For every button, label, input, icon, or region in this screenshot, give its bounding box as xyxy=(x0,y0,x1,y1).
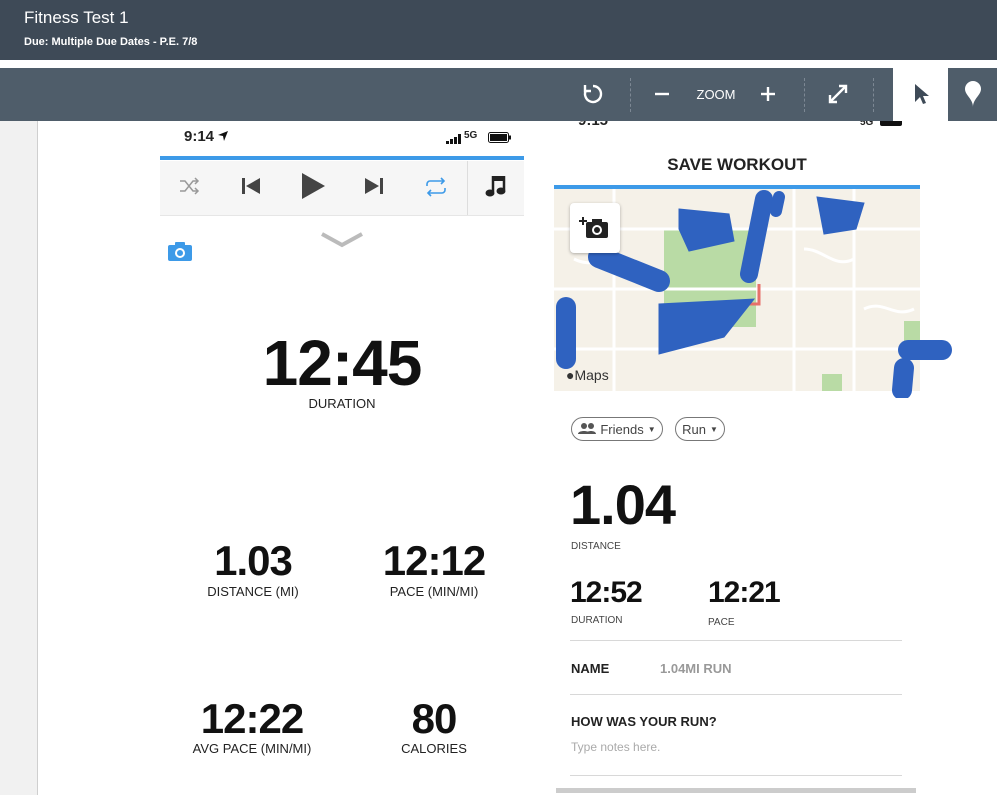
save-workout-title: SAVE WORKOUT xyxy=(667,155,807,174)
avg-pace-label: AVG PACE (MIN/MI) xyxy=(192,741,312,756)
duration-label: DURATION xyxy=(571,615,623,626)
distance-label: DISTANCE (MI) xyxy=(207,584,299,599)
add-photo-icon xyxy=(579,217,608,238)
maps-attribution: ●Maps xyxy=(566,367,609,383)
pace-value: 12:21 xyxy=(708,576,781,609)
next-track-icon[interactable] xyxy=(363,176,385,201)
zoom-in-icon[interactable] xyxy=(756,80,780,108)
battery-icon xyxy=(488,130,512,148)
divider xyxy=(570,640,902,641)
activity-type-dropdown[interactable]: Run ▼ xyxy=(675,417,725,441)
workout-name-input[interactable]: 1.04MI RUN xyxy=(660,661,732,676)
document-gutter xyxy=(0,121,38,795)
divider xyxy=(570,775,902,776)
zoom-label: ZOOM xyxy=(696,86,736,102)
maps-label: Maps xyxy=(574,367,609,383)
distance-label: DISTANCE xyxy=(571,541,621,552)
add-photo-button[interactable] xyxy=(570,203,620,253)
camera-icon[interactable] xyxy=(167,240,193,267)
progress-bar xyxy=(160,156,524,160)
zoom-out-icon[interactable] xyxy=(650,80,674,108)
caret-down-icon: ▼ xyxy=(647,424,656,434)
pin-icon[interactable] xyxy=(960,78,986,110)
pace-value: 12:12 xyxy=(382,537,486,584)
battery-icon xyxy=(880,121,902,126)
signal-icon xyxy=(446,131,462,149)
music-note-icon[interactable] xyxy=(484,172,508,205)
route-map[interactable]: ●Maps xyxy=(554,189,920,391)
status-time: 9:14 xyxy=(184,128,215,145)
duration-value: 12:52 xyxy=(570,576,643,609)
pointer-icon[interactable] xyxy=(909,80,933,108)
status-bar-clip: 9:15 5G xyxy=(554,121,920,129)
network-label: 5G xyxy=(860,121,874,128)
friends-icon xyxy=(578,422,597,437)
duration-value: 12:45 xyxy=(262,327,423,399)
previous-track-icon[interactable] xyxy=(240,176,262,201)
music-controls xyxy=(160,161,524,216)
play-icon[interactable] xyxy=(300,172,326,205)
network-label: 5G xyxy=(464,130,478,141)
how-was-run-label: HOW WAS YOUR RUN? xyxy=(571,714,717,729)
status-time: 9:15 xyxy=(578,121,608,129)
pace-label: PACE xyxy=(708,617,735,628)
calories-label: CALORIES xyxy=(401,741,467,756)
assignment-due: Due: Multiple Due Dates - P.E. 7/8 xyxy=(24,36,198,48)
location-arrow-icon xyxy=(217,129,229,147)
repeat-icon[interactable] xyxy=(424,177,448,202)
rotate-icon[interactable] xyxy=(578,78,608,110)
controls-divider xyxy=(467,161,468,215)
run-label: Run xyxy=(682,421,706,437)
pace-label: PACE (MIN/MI) xyxy=(389,584,479,599)
notes-input[interactable]: Type notes here. xyxy=(571,740,660,754)
distance-value: 1.03 xyxy=(214,537,293,584)
collapse-chevron-icon[interactable] xyxy=(320,231,364,254)
calories-value: 80 xyxy=(411,695,458,742)
name-label: NAME xyxy=(571,661,610,676)
assignment-header: Fitness Test 1 Due: Multiple Due Dates -… xyxy=(0,0,997,60)
divider xyxy=(570,694,902,695)
caret-down-icon: ▼ xyxy=(709,424,718,434)
scribble-mark xyxy=(892,340,952,398)
visibility-dropdown[interactable]: Friends ▼ xyxy=(571,417,663,441)
distance-value: 1.04 xyxy=(570,473,676,536)
fullscreen-icon[interactable] xyxy=(824,80,852,108)
duration-label: DURATION xyxy=(308,396,376,411)
shuffle-icon[interactable] xyxy=(178,176,200,201)
friends-label: Friends xyxy=(600,421,644,437)
bottom-edge xyxy=(556,788,916,793)
assignment-title: Fitness Test 1 xyxy=(24,8,129,27)
avg-pace-value: 12:22 xyxy=(200,695,304,742)
